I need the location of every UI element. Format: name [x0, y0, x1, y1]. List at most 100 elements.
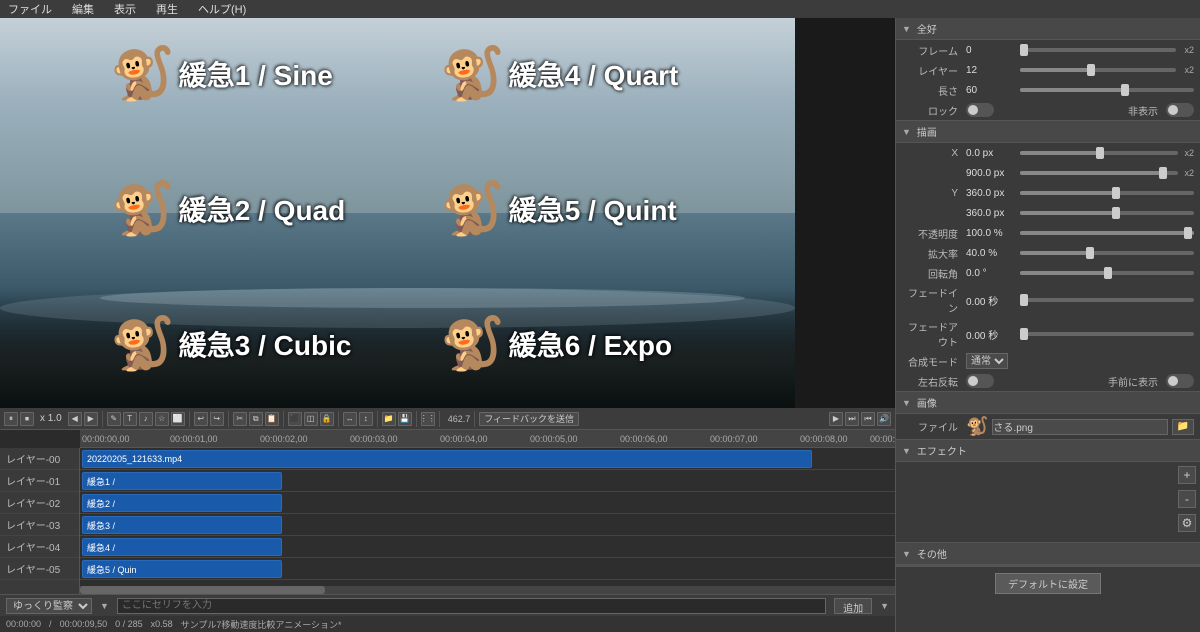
tool-1[interactable]: ✎ [107, 412, 121, 426]
blendmode-select[interactable]: 通常 [966, 353, 1008, 369]
dialogue-input[interactable] [117, 598, 826, 614]
clip-01[interactable]: 緩急1 / [82, 472, 282, 490]
y2-slider[interactable] [1020, 211, 1194, 215]
effect-add-btn[interactable]: + [1178, 466, 1196, 484]
triangle-effect: ▼ [902, 446, 911, 456]
track-labels: レイヤー-00 レイヤー-01 レイヤー-02 レイヤー-03 レイヤー-04 … [0, 448, 80, 594]
volume-btn[interactable]: 🔊 [877, 412, 891, 426]
layer-slider[interactable] [1020, 68, 1176, 72]
tool-10[interactable]: 🔒 [320, 412, 334, 426]
sep9 [474, 411, 475, 427]
fadeout-row: フェードアウト 0.00 秒 [896, 317, 1200, 351]
tool-4[interactable]: ☆ [155, 412, 169, 426]
menu-play[interactable]: 再生 [152, 1, 182, 17]
tool-2[interactable]: T [123, 412, 137, 426]
file-browse-btn[interactable]: 📁 [1172, 419, 1194, 435]
track-label-01: レイヤー-01 [0, 470, 79, 492]
length-label: 長さ [902, 83, 962, 98]
effect-section-header[interactable]: ▼ エフェクト [896, 440, 1200, 462]
y-row: Y 360.0 px [896, 183, 1200, 203]
x2-slider[interactable] [1020, 171, 1178, 175]
tool-6[interactable]: ↩ [194, 412, 208, 426]
fadein-slider[interactable] [1020, 298, 1194, 302]
effect-settings-btn[interactable]: ⚙ [1178, 514, 1196, 532]
tool-15[interactable]: ⋮⋮ [421, 412, 435, 426]
tool-copy[interactable]: ⧉ [249, 412, 263, 426]
length-row: 長さ 60 [896, 80, 1200, 100]
front-toggle[interactable] [1166, 374, 1194, 388]
play-pause-btn[interactable]: ⏸ [4, 412, 18, 426]
rotation-slider[interactable] [1020, 271, 1194, 275]
overlay-2: 🐒 緩急2 / Quad [110, 183, 345, 235]
frame-slider[interactable] [1020, 48, 1176, 52]
tool-9[interactable]: ◫ [304, 412, 318, 426]
step-btn[interactable]: ⏭ [845, 412, 859, 426]
prev-frame-btn[interactable]: ◀ [68, 412, 82, 426]
x-slider[interactable] [1020, 151, 1178, 155]
y-label: Y [902, 188, 962, 199]
add-button[interactable]: 追加 [834, 598, 872, 614]
tool-paste[interactable]: 📋 [265, 412, 279, 426]
other-section-header[interactable]: ▼ その他 [896, 543, 1200, 565]
layer-label: レイヤー [902, 63, 962, 78]
ruler-6: 00:00:06,00 [620, 434, 668, 444]
all-section: ▼ 全好 フレーム 0 x2 レイヤー 12 x2 [896, 18, 1200, 121]
menu-file[interactable]: ファイル [4, 1, 56, 17]
feedback-btn[interactable]: フィードバックを送信 [479, 412, 579, 426]
lock-toggle[interactable] [966, 103, 994, 117]
h-scrollbar-thumb[interactable] [80, 586, 325, 594]
y-slider[interactable] [1020, 191, 1194, 195]
stop-btn[interactable]: ⏹ [20, 412, 34, 426]
time-pos: 462.7 [448, 414, 471, 424]
clip-02[interactable]: 緩急2 / [82, 494, 282, 512]
clip-03[interactable]: 緩急3 / [82, 516, 282, 534]
menu-help[interactable]: ヘルプ(H) [194, 1, 250, 17]
clip-00[interactable]: 20220205_121633.mp4 [82, 450, 812, 468]
total-time: 00:00:09,50 [60, 619, 108, 629]
ruler-2: 00:00:02,00 [260, 434, 308, 444]
tool-11[interactable]: ↔ [343, 412, 357, 426]
fadein-row: フェードイン 0.00 秒 [896, 283, 1200, 317]
all-section-header[interactable]: ▼ 全好 [896, 18, 1200, 40]
menu-view[interactable]: 表示 [110, 1, 140, 17]
tool-8[interactable]: ⬛ [288, 412, 302, 426]
fadeout-slider[interactable] [1020, 332, 1194, 336]
effect-label: エフェクト [917, 443, 967, 458]
ruler-7: 00:00:07,00 [710, 434, 758, 444]
all-label: 全好 [917, 21, 937, 36]
overlay-text-2: 緩急2 / Quad [179, 189, 345, 229]
tool-12[interactable]: ↕ [359, 412, 373, 426]
tool-14[interactable]: 💾 [398, 412, 412, 426]
file-input[interactable] [992, 419, 1167, 435]
image-section-header[interactable]: ▼ 画像 [896, 392, 1200, 414]
draw-section-header[interactable]: ▼ 描画 [896, 121, 1200, 143]
next-frame-btn[interactable]: ▶ [84, 412, 98, 426]
track-label-00: レイヤー-00 [0, 448, 79, 470]
tool-3[interactable]: ♪ [139, 412, 153, 426]
end-btn[interactable]: ⏮ [861, 412, 875, 426]
draw-section: ▼ 描画 X 0.0 px x2 900.0 px x2 [896, 121, 1200, 392]
effect-section: ▼ エフェクト + - ⚙ [896, 440, 1200, 543]
flip-toggle[interactable] [966, 374, 994, 388]
tool-5[interactable]: ⬜ [171, 412, 185, 426]
menu-edit[interactable]: 編集 [68, 1, 98, 17]
show-toggle[interactable] [1166, 103, 1194, 117]
monkey-2: 🐒 [110, 183, 175, 235]
tool-7[interactable]: ↪ [210, 412, 224, 426]
tool-cut[interactable]: ✂ [233, 412, 247, 426]
triangle-other: ▼ [902, 549, 911, 559]
zoom-slider[interactable] [1020, 251, 1194, 255]
default-button[interactable]: デフォルトに設定 [995, 573, 1101, 594]
opacity-slider[interactable] [1020, 231, 1194, 235]
x-row: X 0.0 px x2 [896, 143, 1200, 163]
clip-05[interactable]: 緩急5 / Quin [82, 560, 282, 578]
length-slider[interactable] [1020, 88, 1194, 92]
h-scrollbar[interactable] [80, 586, 895, 594]
clip-04[interactable]: 緩急4 / [82, 538, 282, 556]
sep1 [102, 411, 103, 427]
status-bar: 00:00:00 / 00:00:09,50 0 / 285 x0.58 サンプ… [0, 616, 895, 632]
tool-13[interactable]: 📁 [382, 412, 396, 426]
play-btn-right[interactable]: ▶ [829, 412, 843, 426]
effect-remove-btn[interactable]: - [1178, 490, 1196, 508]
scene-select[interactable]: ゆっくり監察 [6, 598, 92, 614]
